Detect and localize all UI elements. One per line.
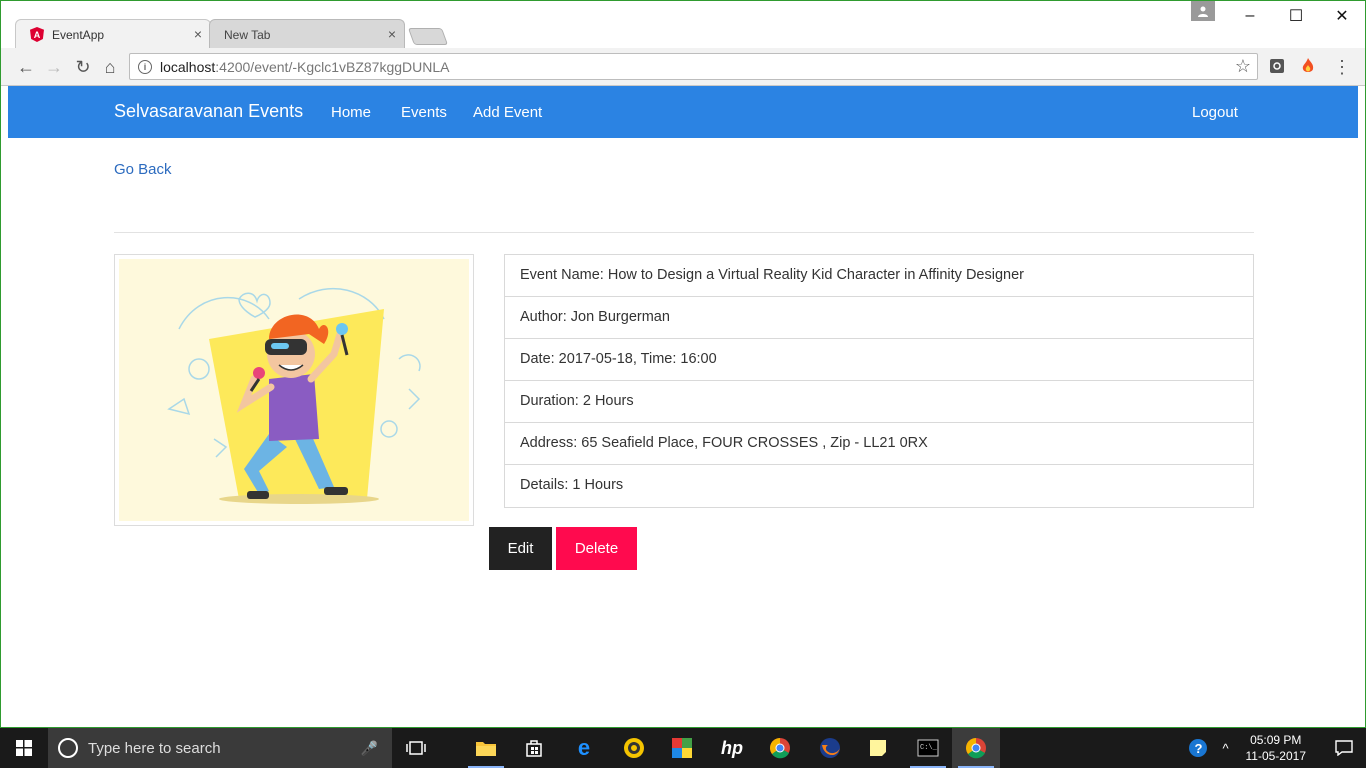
chevron-up-icon[interactable]: ^ xyxy=(1214,741,1238,756)
nav-home[interactable]: Home xyxy=(331,104,371,121)
browser-window: A EventApp × New Tab × – ☐ ✕ ← → ↻ ⌂ i l… xyxy=(0,0,1366,728)
star-icon[interactable]: ☆ xyxy=(1235,56,1251,77)
taskbar-search[interactable]: Type here to search 🎤 xyxy=(48,728,392,768)
tab-title: New Tab xyxy=(224,27,271,42)
clock-date: 11-05-2017 xyxy=(1245,749,1307,763)
system-tray: ? ^ 05:09 PM 11-05-2017 xyxy=(1182,728,1366,768)
nav-events[interactable]: Events xyxy=(401,104,447,121)
svg-text:C:\_: C:\_ xyxy=(920,744,938,752)
vr-kid-illustration xyxy=(119,259,469,521)
url-host: localhost xyxy=(160,58,216,75)
edit-button[interactable]: Edit xyxy=(489,527,552,570)
minimize-button[interactable]: – xyxy=(1227,1,1273,31)
windows-start-icon[interactable] xyxy=(0,728,48,768)
angular-icon: A xyxy=(30,27,44,42)
command-prompt-icon[interactable]: C:\_ xyxy=(904,728,952,768)
file-explorer-icon[interactable] xyxy=(462,728,510,768)
browser-toolbar: ← → ↻ ⌂ i localhost:4200/event/-Kgclc1vB… xyxy=(1,48,1365,86)
microphone-icon[interactable]: 🎤 xyxy=(361,740,378,757)
hp-icon[interactable]: hp xyxy=(708,728,756,768)
chrome-active-icon[interactable] xyxy=(952,728,1000,768)
detail-details: Details: 1 Hours xyxy=(520,477,624,493)
detail-address: Address: 65 Seafield Place, FOUR CROSSES… xyxy=(505,423,1253,465)
cortana-icon xyxy=(58,738,78,758)
title-bar: A EventApp × New Tab × – ☐ ✕ xyxy=(1,1,1365,49)
clock[interactable]: 05:09 PM 11-05-2017 xyxy=(1246,732,1307,764)
detail-duration: Duration: 2 Hours xyxy=(505,381,1253,423)
address-bar[interactable]: i localhost:4200/event/-Kgclc1vBZ87kggDU… xyxy=(129,53,1258,80)
app-navbar: Selvasaravanan Events Home Events Add Ev… xyxy=(8,86,1358,138)
brand-link[interactable]: Selvasaravanan Events xyxy=(114,101,303,122)
detail-author: Author: Jon Burgerman xyxy=(505,297,1253,339)
new-tab-button[interactable] xyxy=(407,28,449,45)
search-placeholder: Type here to search xyxy=(88,739,221,757)
logout-link[interactable]: Logout xyxy=(1192,104,1238,121)
detail-event-name: Event Name: How to Design a Virtual Real… xyxy=(505,255,1253,297)
tab-new-tab[interactable]: New Tab × xyxy=(209,19,405,49)
back-icon[interactable]: ← xyxy=(15,56,37,78)
menu-icon[interactable]: ⋮ xyxy=(1331,56,1353,78)
url-path: :4200/event/-Kgclc1vBZ87kggDUNLA xyxy=(215,58,450,75)
app-icon[interactable] xyxy=(610,728,658,768)
event-details-list: Event Name: How to Design a Virtual Real… xyxy=(504,254,1254,508)
home-icon[interactable]: ⌂ xyxy=(99,56,121,78)
tab-close-icon[interactable]: × xyxy=(194,26,202,42)
task-view-icon[interactable] xyxy=(392,728,440,768)
tab-eventapp[interactable]: A EventApp × xyxy=(15,19,211,49)
edge-icon[interactable]: e xyxy=(560,728,608,768)
chrome-icon[interactable] xyxy=(756,728,804,768)
info-icon[interactable]: i xyxy=(138,59,152,74)
shield-extension-icon[interactable] xyxy=(1268,57,1286,75)
reload-icon[interactable]: ↻ xyxy=(72,56,94,78)
event-image xyxy=(114,254,474,526)
nav-add-event[interactable]: Add Event xyxy=(473,104,542,121)
color-app-icon[interactable] xyxy=(658,728,706,768)
tab-close-icon[interactable]: × xyxy=(388,26,396,42)
tab-title: EventApp xyxy=(52,27,105,42)
fire-extension-icon[interactable] xyxy=(1299,57,1317,75)
page-content: Selvasaravanan Events Home Events Add Ev… xyxy=(8,86,1358,722)
close-button[interactable]: ✕ xyxy=(1319,1,1365,31)
profile-icon[interactable] xyxy=(1191,1,1215,21)
forward-icon[interactable]: → xyxy=(43,56,65,78)
firefox-icon[interactable] xyxy=(806,728,854,768)
svg-text:?: ? xyxy=(1194,741,1202,756)
maximize-button[interactable]: ☐ xyxy=(1273,1,1319,31)
sticky-notes-icon[interactable] xyxy=(854,728,902,768)
window-controls: – ☐ ✕ xyxy=(1227,1,1365,31)
detail-date-time: Date: 2017-05-18, Time: 16:00 xyxy=(505,339,1253,381)
clock-time: 05:09 PM xyxy=(1250,733,1302,747)
go-back-link[interactable]: Go Back xyxy=(114,161,172,178)
delete-button[interactable]: Delete xyxy=(556,527,637,570)
store-icon[interactable] xyxy=(510,728,558,768)
help-icon[interactable]: ? xyxy=(1182,738,1214,758)
divider xyxy=(114,232,1254,233)
action-center-icon[interactable] xyxy=(1322,740,1366,756)
taskbar: Type here to search 🎤 e hp C:\_ ? ^ 05:0… xyxy=(0,728,1366,768)
